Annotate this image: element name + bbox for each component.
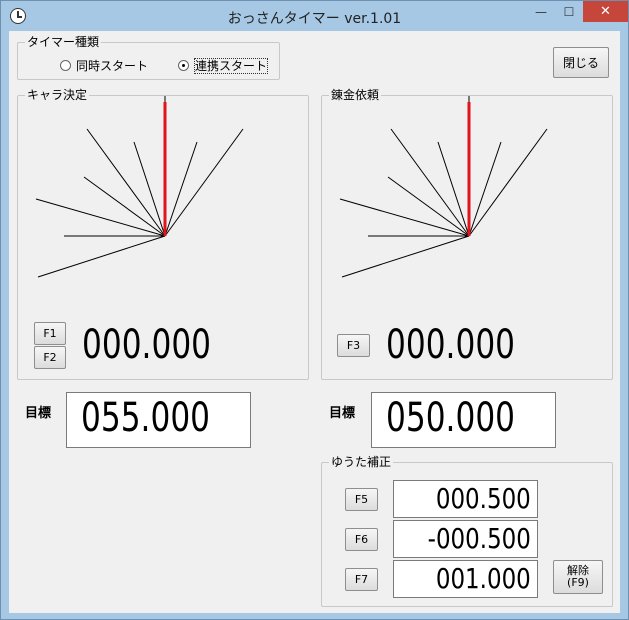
f6-button[interactable]: F6 [345,528,378,551]
f5-value: 000.500 [436,482,531,515]
right-timer-display: 000.000 [386,322,516,368]
left-target-box[interactable]: 055.000 [66,392,251,448]
left-target-value: 055.000 [81,395,211,441]
close-window-button[interactable]: ✕ [583,1,628,22]
f1-button[interactable]: F1 [34,322,66,345]
right-timer-group: 錬金依頼 F3 000.000 [321,88,613,380]
radio-linked[interactable] [178,60,189,71]
right-target-box[interactable]: 050.000 [371,392,556,448]
timer-type-label: タイマー種類 [25,35,102,49]
radio-simultaneous[interactable] [60,60,71,71]
app-window: おっさんタイマー ver.1.01 — ☐ ✕ タイマー種類 同時スタート 連携… [0,0,629,620]
f2-button[interactable]: F2 [34,346,66,369]
client-area: タイマー種類 同時スタート 連携スタート 閉じる キャラ決定 F1 F2 000… [9,31,620,613]
right-target-label: 目標 [329,406,356,421]
f5-value-box[interactable]: 000.500 [393,480,538,518]
left-timer-display: 000.000 [82,322,212,368]
f6-value-box[interactable]: -000.500 [393,520,538,558]
timer-type-group: タイマー種類 同時スタート 連携スタート [17,35,280,80]
release-button[interactable]: 解除 (F9) [553,560,603,594]
radio-linked-label[interactable]: 連携スタート [193,58,269,74]
correction-label: ゆうた補正 [329,455,394,469]
minimize-button[interactable]: — [527,1,555,22]
left-timer-group: キャラ決定 F1 F2 000.000 [17,88,309,380]
radio-simultaneous-label[interactable]: 同時スタート [76,59,148,73]
title-bar[interactable]: おっさんタイマー ver.1.01 — ☐ ✕ [1,1,628,31]
f3-button[interactable]: F3 [337,334,370,357]
f7-button[interactable]: F7 [345,568,378,591]
left-target-label: 目標 [25,406,52,421]
f7-value: 001.000 [436,562,531,595]
close-button[interactable]: 閉じる [553,47,609,78]
f5-button[interactable]: F5 [345,488,378,511]
f6-value: -000.500 [427,522,531,555]
f7-value-box[interactable]: 001.000 [393,560,538,598]
right-target-value: 050.000 [386,395,516,441]
maximize-button[interactable]: ☐ [555,1,583,22]
correction-group: ゆうた補正 F5 000.500 F6 -000.500 F7 001.000 … [321,455,613,607]
